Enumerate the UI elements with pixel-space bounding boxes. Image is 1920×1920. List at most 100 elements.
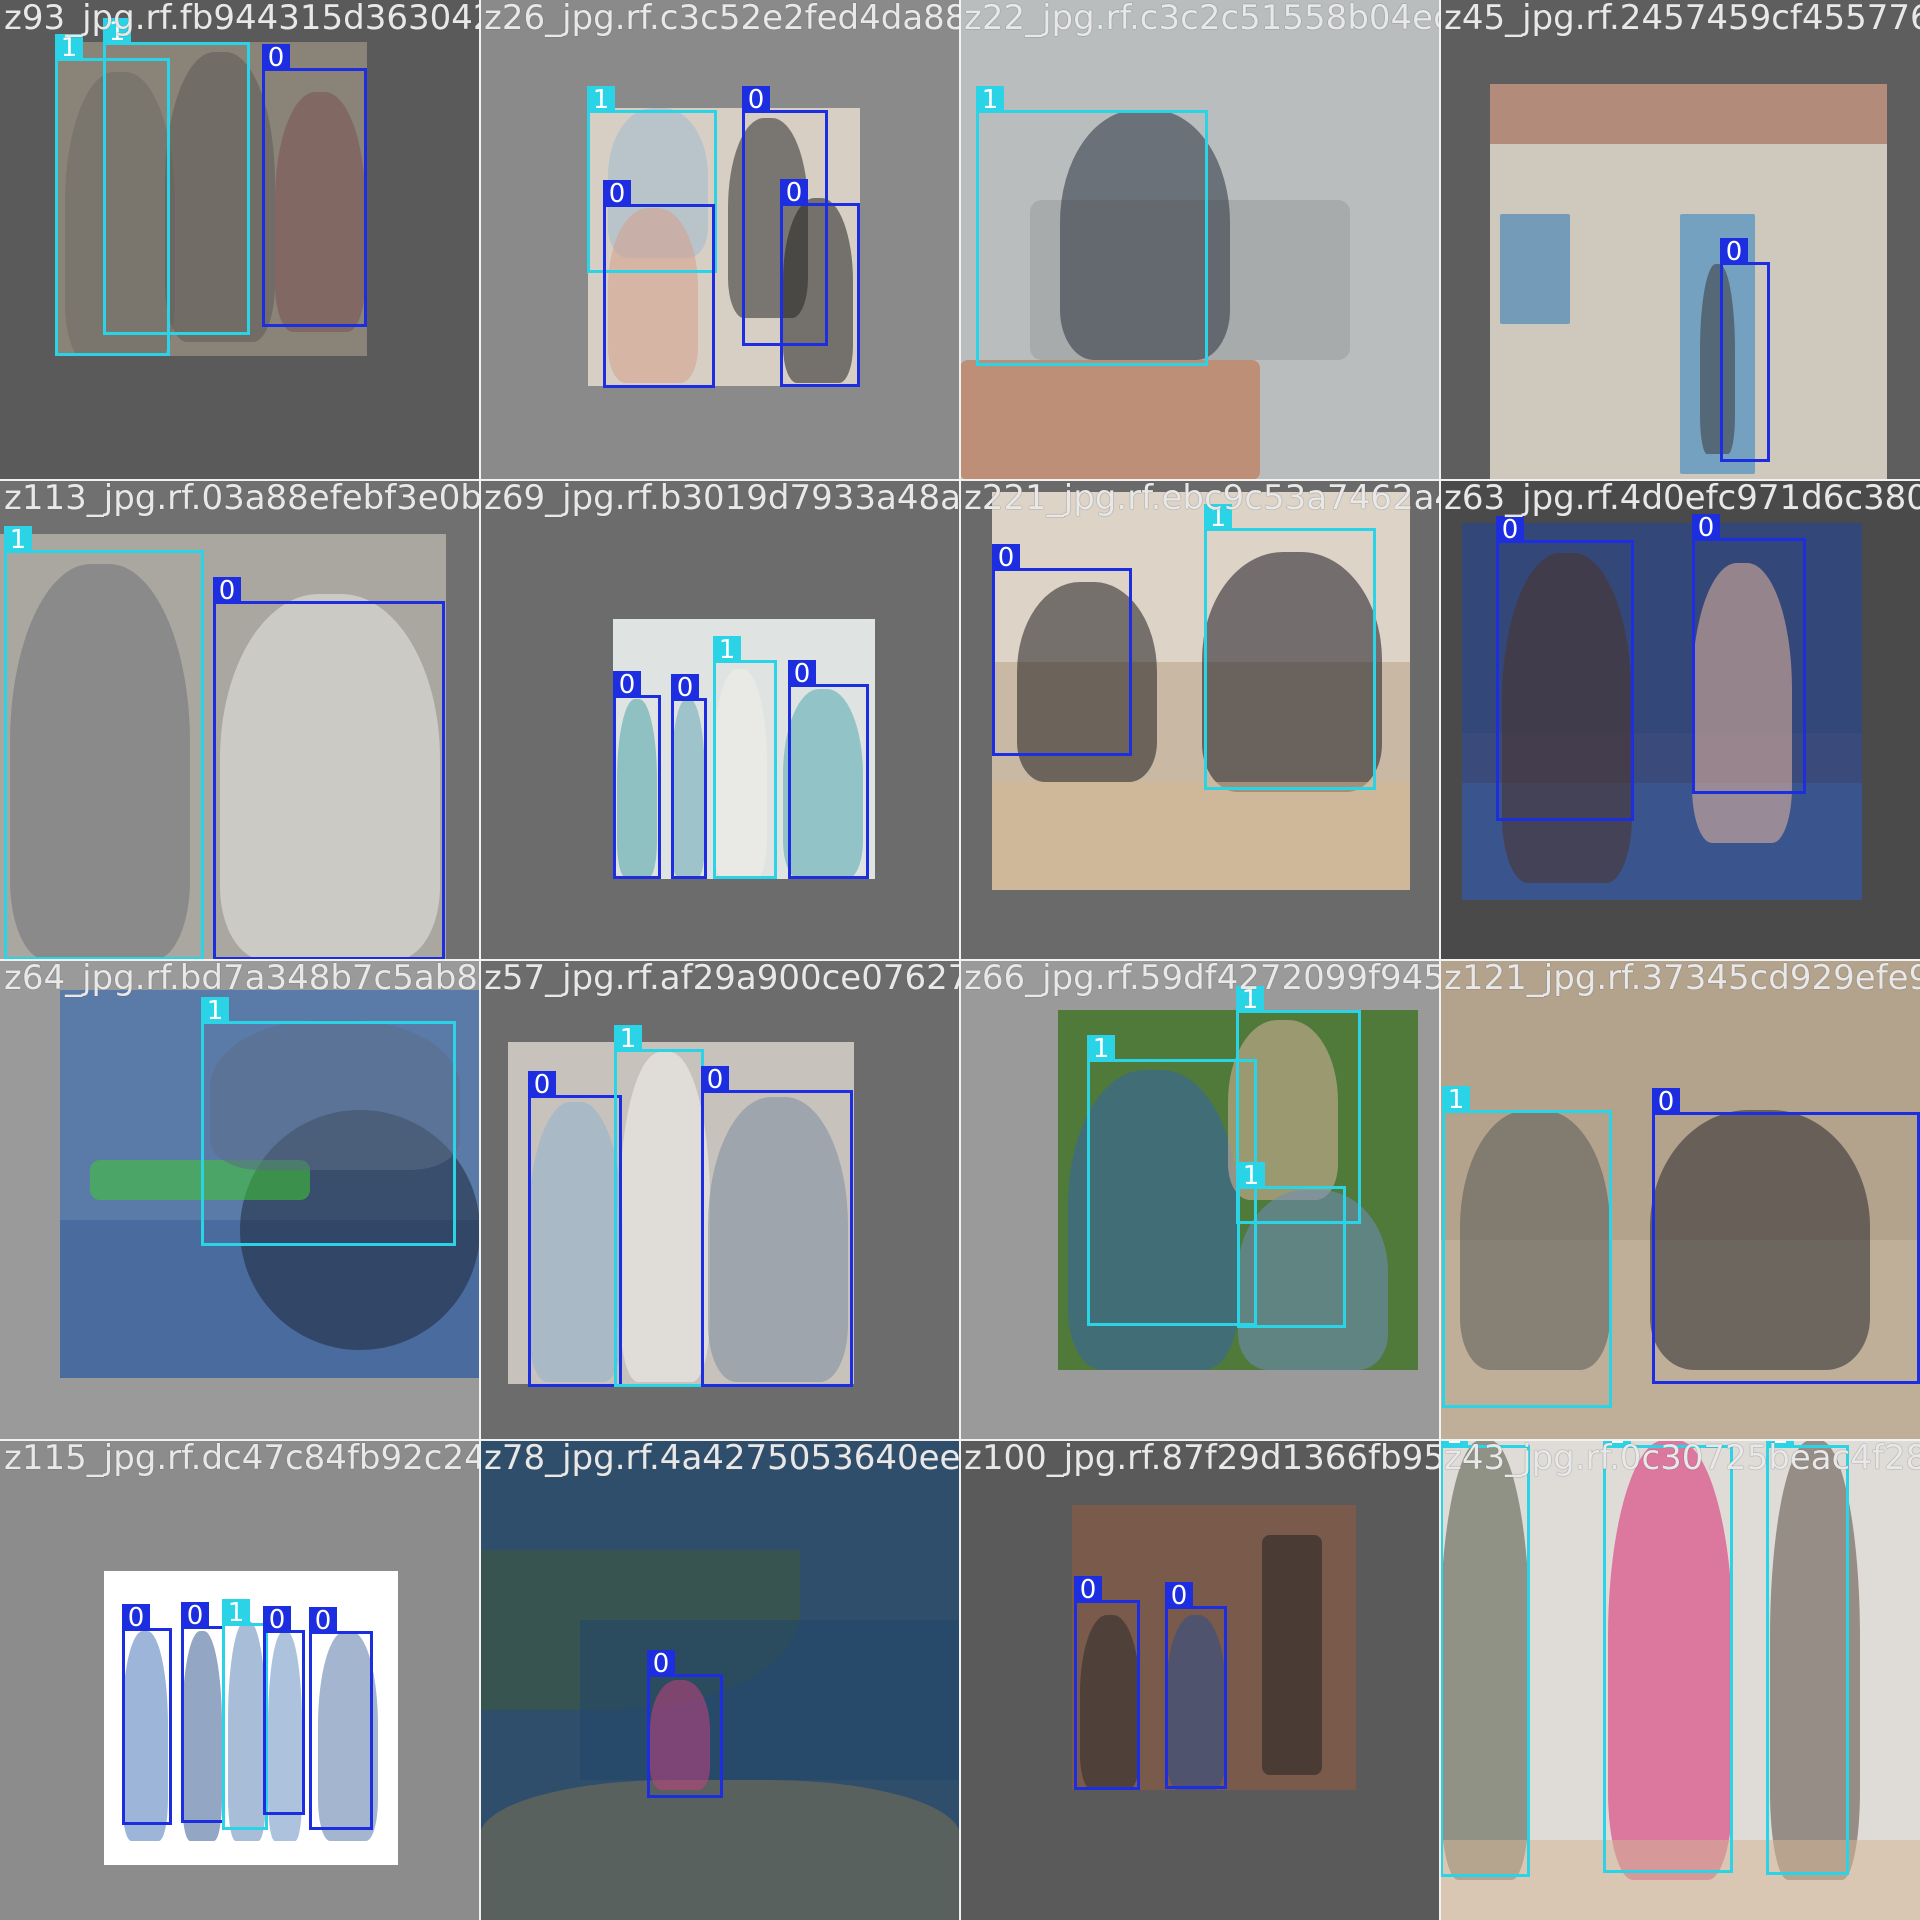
window-shape	[1500, 214, 1570, 324]
bbox: 1	[103, 18, 250, 335]
tile: 1 0 0 0 z26_jpg.rf.c3c52e2fed4da882e552b…	[480, 0, 960, 480]
bbox-label: 1	[1237, 1162, 1265, 1190]
bbox: 1	[1603, 1440, 1733, 1873]
tile: 1 0 z121_jpg.rf.37345cd929efe9e334	[1440, 960, 1920, 1440]
tile: 0 0 1 0 0 z115_jpg.rf.dc47c84fb92c247778	[0, 1440, 480, 1920]
grid-divider	[0, 1439, 1920, 1441]
tile: 0 1 z221_jpg.rf.ebc9c53a7462a4852f28	[960, 480, 1440, 960]
image-title: z22_jpg.rf.c3c2c51558b04ed61feaeb45	[964, 0, 1440, 38]
bbox: 0	[122, 1604, 172, 1825]
bbox: 1	[222, 1599, 268, 1830]
image-title: z69_jpg.rf.b3019d7933a48a3022	[484, 480, 960, 518]
bbox: 1	[1766, 1440, 1849, 1875]
image-title: z45_jpg.rf.2457459cf45577687204bf09d6	[1444, 0, 1920, 38]
bbox: 0	[213, 577, 445, 960]
bbox-label: 1	[4, 526, 32, 554]
bbox-label: 0	[263, 1606, 291, 1634]
bbox-label: 1	[222, 1599, 250, 1627]
image-title: z100_jpg.rf.87f29d1366fb95ac	[964, 1440, 1440, 1478]
image-title: z113_jpg.rf.03a88efebf3e0ba30d1e9351b301…	[4, 480, 480, 518]
bbox: 0	[647, 1650, 723, 1798]
tile: 0 1 0 z57_jpg.rf.af29a900ce07627106	[480, 960, 960, 1440]
tile: 1 z64_jpg.rf.bd7a348b7c5ab85b70279faf29a…	[0, 960, 480, 1440]
tile: 1 0 z113_jpg.rf.03a88efebf3e0ba30d1e9351…	[0, 480, 480, 960]
bbox: 0	[1720, 238, 1770, 462]
bbox: 1	[1237, 1162, 1346, 1328]
table-shape	[992, 782, 1410, 890]
bbox: 0	[1496, 516, 1634, 821]
bbox: 1	[1204, 504, 1376, 790]
bbox: 1	[614, 1025, 704, 1387]
tile: 1 1 1 z66_jpg.rf.59df4272099f945842b2a24	[960, 960, 1440, 1440]
table-shape	[960, 360, 1260, 480]
image-title: z221_jpg.rf.ebc9c53a7462a4852f28	[964, 480, 1440, 518]
bbox-label: 0	[213, 577, 241, 605]
bbox-label: 0	[262, 44, 290, 72]
bbox: 0	[613, 671, 661, 879]
bbox-label: 1	[976, 86, 1004, 114]
lake-shape	[580, 1620, 960, 1780]
bbox-label: 0	[1720, 238, 1748, 266]
bbox: 1	[713, 636, 777, 879]
bbox: 0	[263, 1606, 305, 1815]
bbox: 1	[976, 86, 1208, 366]
bbox: 0	[262, 44, 367, 327]
bbox: 0	[528, 1071, 622, 1387]
tile: 0 z45_jpg.rf.2457459cf45577687204bf09d6	[1440, 0, 1920, 480]
image-title: z78_jpg.rf.4a4275053640ee8e3d0	[484, 1440, 960, 1478]
bbox-label: 0	[1074, 1576, 1102, 1604]
bbox: 1	[1440, 1440, 1530, 1877]
tile: 0 z78_jpg.rf.4a4275053640ee8e3d0	[480, 1440, 960, 1920]
photo	[1490, 84, 1887, 480]
image-title: z26_jpg.rf.c3c52e2fed4da882e552b4	[484, 0, 960, 38]
bbox-label: 0	[647, 1650, 675, 1678]
bbox-label: 0	[181, 1602, 209, 1630]
image-title: z93_jpg.rf.fb944315d3630425a1b4e86391852…	[4, 0, 480, 38]
bbox-label: 1	[1087, 1035, 1115, 1063]
image-title: z121_jpg.rf.37345cd929efe9e334	[1444, 960, 1920, 998]
bbox-label: 0	[1496, 516, 1524, 544]
bbox: 1	[201, 997, 456, 1246]
roof-shape	[1490, 84, 1887, 144]
tile: 0 0 z100_jpg.rf.87f29d1366fb95ac	[960, 1440, 1440, 1920]
image-title: z63_jpg.rf.4d0efc971d6c3800efc971dd	[1444, 480, 1920, 518]
bbox-label: 1	[587, 86, 615, 114]
bbox-label: 1	[713, 636, 741, 664]
bbox-label: 0	[309, 1607, 337, 1635]
tile: 1 z22_jpg.rf.c3c2c51558b04ed61feaeb45	[960, 0, 1440, 480]
bbox-label: 0	[1692, 514, 1720, 542]
bbox: 1	[1442, 1086, 1612, 1408]
image-title: z57_jpg.rf.af29a900ce07627106	[484, 960, 960, 998]
mosaic-grid: 1 1 0 z93_jpg.rf.fb944315d3630425a1b4e86…	[0, 0, 1920, 1920]
bbox-label: 0	[603, 180, 631, 208]
bbox-label: 0	[528, 1071, 556, 1099]
bbox-label: 1	[201, 997, 229, 1025]
bbox: 0	[603, 180, 715, 388]
grid-divider	[0, 479, 1920, 481]
bbox-label: 0	[992, 544, 1020, 572]
bbox: 0	[1652, 1088, 1920, 1384]
image-title: z43_jpg.rf.0c30725beac4f2892	[1444, 1440, 1920, 1478]
image-title: z115_jpg.rf.dc47c84fb92c247778	[4, 1440, 480, 1478]
bbox-label: 1	[1442, 1086, 1470, 1114]
bbox: 1	[4, 526, 204, 960]
tile: 0 0 z63_jpg.rf.4d0efc971d6c3800efc971dd	[1440, 480, 1920, 960]
bbox: 0	[671, 674, 707, 879]
bbox-label: 0	[742, 86, 770, 114]
bbox-label: 0	[701, 1066, 729, 1094]
tile: 1 1 0 z93_jpg.rf.fb944315d3630425a1b4e86…	[0, 0, 480, 480]
bbox-label: 0	[780, 179, 808, 207]
bbox: 0	[701, 1066, 853, 1387]
tile: 0 0 1 0 z69_jpg.rf.b3019d7933a48a3022	[480, 480, 960, 960]
bbox: 0	[788, 660, 869, 879]
bbox: 0	[1074, 1576, 1140, 1790]
bbox: 0	[1165, 1582, 1227, 1789]
bbox: 0	[309, 1607, 373, 1830]
bbox: 0	[992, 544, 1132, 756]
bbox: 0	[1692, 514, 1806, 794]
bbox-label: 1	[55, 34, 83, 62]
tile: 1 1 1 z43_jpg.rf.0c30725beac4f2892	[1440, 1440, 1920, 1920]
bbox-label: 0	[1652, 1088, 1680, 1116]
bbox-label: 0	[122, 1604, 150, 1632]
cliff-shape	[480, 1780, 960, 1920]
